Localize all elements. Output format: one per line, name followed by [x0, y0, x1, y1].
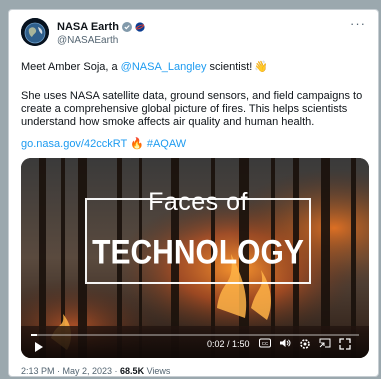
tweet-header: NASA Earth @NASAEarth ···	[21, 17, 366, 50]
intro-text: Meet Amber Soja, a	[21, 61, 121, 73]
tweet-intro-line: Meet Amber Soja, a @NASA_Langley scienti…	[21, 60, 268, 73]
screenshot-frame: NASA Earth @NASAEarth ··· Meet Amber Soj…	[0, 0, 381, 379]
svg-text:CC: CC	[262, 341, 269, 346]
video-time: 0:02 / 1:50	[207, 339, 250, 349]
settings-icon[interactable]	[299, 338, 311, 353]
play-icon[interactable]	[35, 342, 43, 352]
avatar[interactable]	[21, 18, 49, 46]
video-title-bottom: TECHNOLOGY	[92, 233, 304, 272]
tweet-body: She uses NASA satellite data, ground sen…	[21, 90, 371, 129]
verified-badge-icon	[121, 22, 132, 32]
pip-icon[interactable]	[319, 338, 331, 351]
body-line: She uses NASA satellite data, ground sen…	[21, 90, 363, 102]
progress-fill	[31, 334, 37, 336]
video-title-top: Faces of	[148, 188, 248, 216]
tweet-meta: 2:13 PM · May 2, 2023 · 68.5K Views	[21, 366, 170, 376]
more-icon[interactable]: ···	[350, 17, 366, 30]
waving-hand-emoji: 👋	[254, 61, 269, 73]
progress-bar[interactable]	[31, 334, 359, 336]
fullscreen-icon[interactable]	[339, 338, 351, 353]
video-player[interactable]: Faces of TECHNOLOGY 0:02 / 1:50 CC	[21, 158, 369, 358]
tweet-card[interactable]: NASA Earth @NASAEarth ··· Meet Amber Soj…	[8, 9, 379, 377]
nasa-affiliate-icon	[135, 22, 145, 32]
video-title-frame: Faces of TECHNOLOGY	[85, 188, 311, 284]
video-controls: 0:02 / 1:50 CC	[21, 324, 369, 358]
view-count: 68.5K	[120, 366, 145, 376]
volume-icon[interactable]	[279, 338, 291, 351]
body-line: create a comprehensive global picture of…	[21, 103, 348, 115]
mention-link[interactable]: @NASA_Langley	[121, 61, 207, 73]
account-name[interactable]: NASA Earth	[57, 21, 119, 33]
body-line: understand how smoke affects air quality…	[21, 116, 315, 128]
fire-emoji: 🔥	[130, 138, 144, 150]
name-row: NASA Earth	[57, 20, 145, 34]
earth-avatar-icon	[21, 18, 49, 46]
account-handle[interactable]: @NASAEarth	[57, 35, 118, 46]
short-link[interactable]: go.nasa.gov/42cckRT	[21, 138, 127, 150]
tweet-timestamp[interactable]: 2:13 PM · May 2, 2023 ·	[21, 366, 120, 376]
views-label: Views	[144, 366, 171, 376]
captions-icon[interactable]: CC	[259, 338, 271, 351]
hashtag-link[interactable]: #AQAW	[147, 138, 186, 150]
intro-suffix: scientist!	[206, 61, 253, 73]
tweet-links: go.nasa.gov/42cckRT 🔥 #AQAW	[21, 137, 186, 150]
